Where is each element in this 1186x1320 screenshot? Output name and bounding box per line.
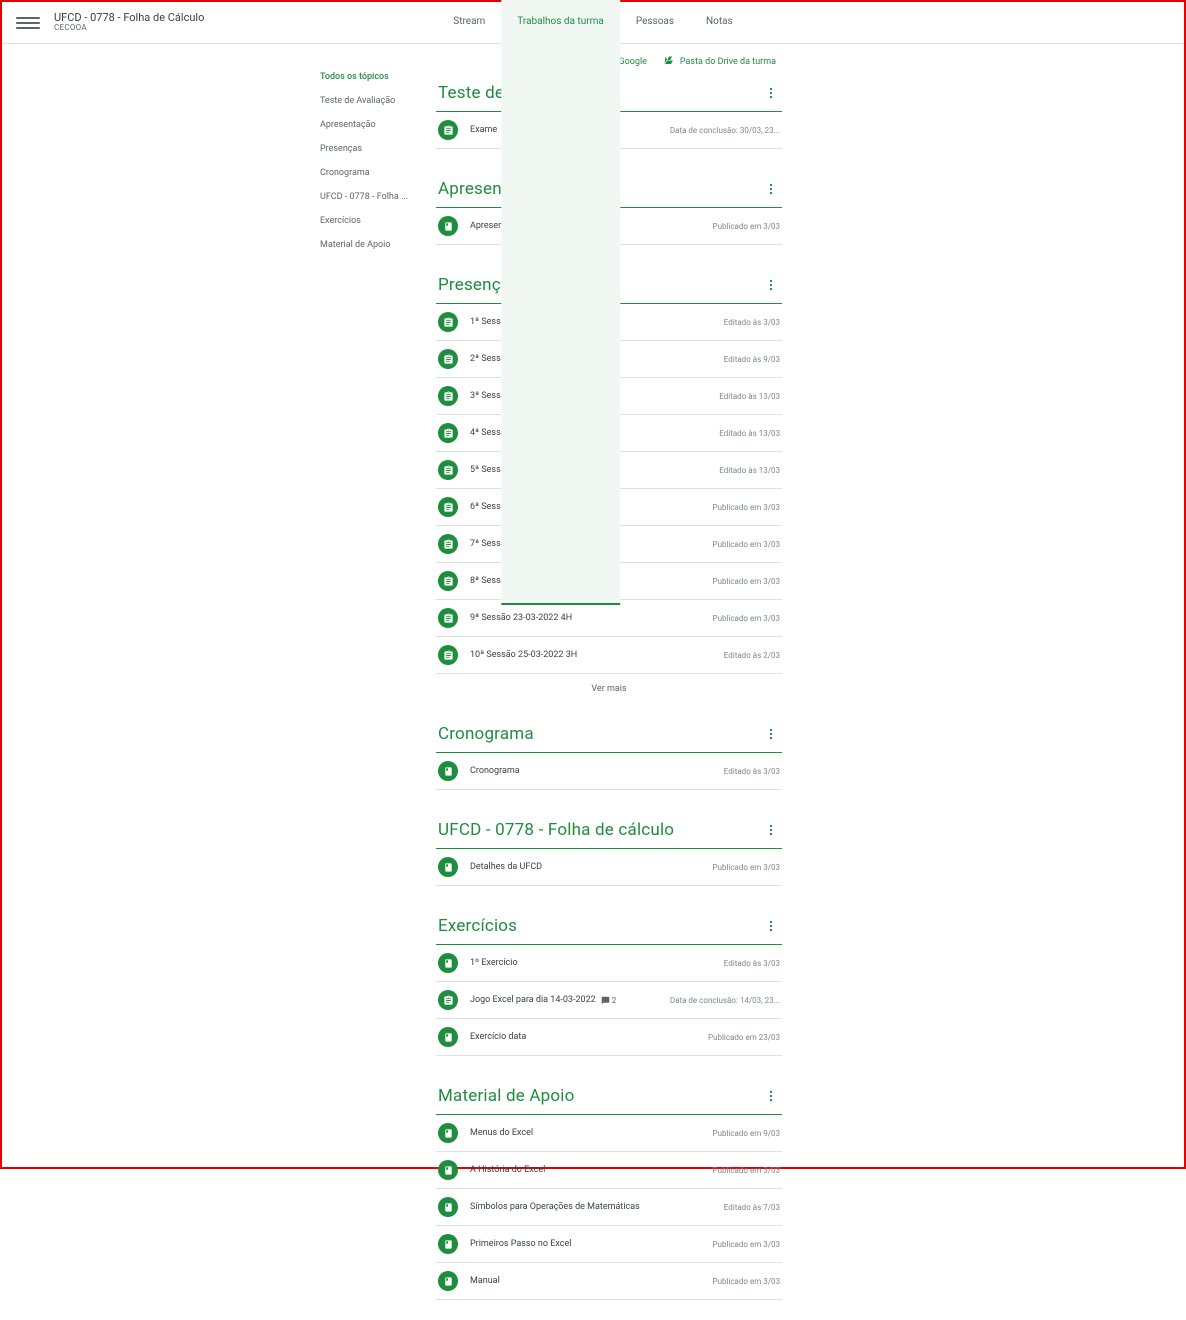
header: UFCD - 0778 - Folha de Cálculo CECOOA St… bbox=[2, 2, 1184, 44]
section-more-button[interactable] bbox=[762, 180, 780, 198]
assignment-icon bbox=[438, 608, 458, 628]
material-icon bbox=[438, 857, 458, 877]
classwork-row[interactable]: Primeiros Passo no ExcelPublicado em 3/0… bbox=[436, 1226, 782, 1263]
row-meta: Publicado em 23/03 bbox=[708, 1033, 780, 1042]
topics-sidebar: Todos os tópicos Teste de Avaliação Aprese… bbox=[320, 72, 430, 250]
material-icon bbox=[438, 1234, 458, 1254]
sidebar-item[interactable]: Exercícios bbox=[320, 216, 420, 226]
row-title: A História do Excel bbox=[470, 1165, 713, 1175]
row-title: 10ª Sessão 25-03-2022 3H bbox=[470, 650, 724, 660]
section-header[interactable]: Cronograma bbox=[436, 720, 782, 753]
section-material: Material de ApoioMenus do ExcelPublicado… bbox=[436, 1082, 782, 1300]
row-title: 9ª Sessão 23-03-2022 4H bbox=[470, 613, 713, 623]
section-header[interactable]: Exercícios bbox=[436, 912, 782, 945]
comment-count: 2 bbox=[601, 996, 617, 1005]
classwork-row[interactable]: Menus do ExcelPublicado em 9/03 bbox=[436, 1115, 782, 1152]
tab-grades[interactable]: Notas bbox=[690, 0, 749, 605]
section-more-button[interactable] bbox=[762, 276, 780, 294]
assignment-icon bbox=[438, 645, 458, 665]
sidebar-item[interactable]: Todos os tópicos bbox=[320, 72, 420, 82]
section-header[interactable]: Material de Apoio bbox=[436, 1082, 782, 1115]
section-more-button[interactable] bbox=[762, 821, 780, 839]
section-header[interactable]: UFCD - 0778 - Folha de cálculo bbox=[436, 816, 782, 849]
classwork-row[interactable]: 10ª Sessão 25-03-2022 3HEditado às 2/03 bbox=[436, 637, 782, 674]
row-meta: Publicado em 3/03 bbox=[713, 1166, 780, 1175]
sidebar-item[interactable]: Cronograma bbox=[320, 168, 420, 178]
row-title: Cronograma bbox=[470, 766, 724, 776]
row-title: Menus do Excel bbox=[470, 1128, 713, 1138]
row-meta: Publicado em 9/03 bbox=[713, 1129, 780, 1138]
nav-tabs: Stream Trabalhos da turma Pessoas Notas bbox=[437, 0, 748, 605]
row-title: Jogo Excel para dia 14-03-20222 bbox=[470, 995, 670, 1005]
classwork-row[interactable]: 1º ExercícioEditado às 3/03 bbox=[436, 945, 782, 982]
sidebar-item[interactable]: Material de Apoio bbox=[320, 240, 420, 250]
row-meta: Publicado em 3/03 bbox=[713, 614, 780, 623]
row-meta: Publicado em 3/03 bbox=[713, 1277, 780, 1286]
section-title: Exercícios bbox=[438, 916, 517, 936]
show-more-button[interactable]: Ver mais bbox=[436, 674, 782, 694]
row-title: Detalhes da UFCD bbox=[470, 862, 713, 872]
row-title: Exercício data bbox=[470, 1032, 708, 1042]
class-subtitle: CECOOA bbox=[54, 24, 204, 33]
row-title: Símbolos para Operações de Matemáticas bbox=[470, 1202, 724, 1212]
section-more-button[interactable] bbox=[762, 1087, 780, 1105]
sidebar-item[interactable]: Presenças bbox=[320, 144, 420, 154]
classwork-row[interactable]: Jogo Excel para dia 14-03-20222Data de c… bbox=[436, 982, 782, 1019]
section-exercicios: Exercícios1º ExercícioEditado às 3/03Jog… bbox=[436, 912, 782, 1056]
row-meta: Editado às 7/03 bbox=[724, 1203, 780, 1212]
material-icon bbox=[438, 1160, 458, 1180]
classwork-row[interactable]: ManualPublicado em 3/03 bbox=[436, 1263, 782, 1300]
row-title: Primeiros Passo no Excel bbox=[470, 1239, 713, 1249]
row-title: 1º Exercício bbox=[470, 958, 724, 968]
material-icon bbox=[438, 1271, 458, 1291]
classwork-row[interactable]: A História do ExcelPublicado em 3/03 bbox=[436, 1152, 782, 1189]
material-icon bbox=[438, 953, 458, 973]
sidebar-item[interactable]: UFCD - 0778 - Folha ... bbox=[320, 192, 420, 202]
tab-people[interactable]: Pessoas bbox=[620, 0, 690, 605]
section-title: Cronograma bbox=[438, 724, 534, 744]
sidebar-item[interactable]: Teste de Avaliação bbox=[320, 96, 420, 106]
assignment-icon bbox=[438, 990, 458, 1010]
section-ufcd: UFCD - 0778 - Folha de cálculo Detalhes d… bbox=[436, 816, 782, 886]
class-title-wrap[interactable]: UFCD - 0778 - Folha de Cálculo CECOOA bbox=[54, 12, 204, 33]
material-icon bbox=[438, 761, 458, 781]
section-title: UFCD - 0778 - Folha de cálculo bbox=[438, 820, 674, 840]
material-icon bbox=[438, 1123, 458, 1143]
section-title: Material de Apoio bbox=[438, 1086, 575, 1106]
section-cronograma: CronogramaCronogramaEditado às 3/03 bbox=[436, 720, 782, 790]
section-more-button[interactable] bbox=[762, 725, 780, 743]
menu-button[interactable] bbox=[16, 11, 40, 35]
row-title: Manual bbox=[470, 1276, 713, 1286]
tab-stream[interactable]: Stream bbox=[437, 0, 501, 605]
tab-classwork[interactable]: Trabalhos da turma bbox=[501, 0, 620, 605]
classwork-row[interactable]: CronogramaEditado às 3/03 bbox=[436, 753, 782, 790]
material-icon bbox=[438, 1197, 458, 1217]
section-more-button[interactable] bbox=[762, 84, 780, 102]
material-icon bbox=[438, 1027, 458, 1047]
classwork-row[interactable]: Detalhes da UFCDPublicado em 3/03 bbox=[436, 849, 782, 886]
row-meta: Editado às 3/03 bbox=[724, 767, 780, 776]
row-meta: Publicado em 3/03 bbox=[713, 863, 780, 872]
section-more-button[interactable] bbox=[762, 917, 780, 935]
classwork-row[interactable]: 9ª Sessão 23-03-2022 4HPublicado em 3/03 bbox=[436, 600, 782, 637]
row-meta: Editado às 2/03 bbox=[724, 651, 780, 660]
sidebar-item[interactable]: Apresentação bbox=[320, 120, 420, 130]
classwork-row[interactable]: Exercício dataPublicado em 23/03 bbox=[436, 1019, 782, 1056]
classwork-row[interactable]: Símbolos para Operações de MatemáticasEd… bbox=[436, 1189, 782, 1226]
row-meta: Publicado em 3/03 bbox=[713, 1240, 780, 1249]
row-meta: Editado às 3/03 bbox=[724, 959, 780, 968]
row-meta: Data de conclusão: 14/03, 23... bbox=[670, 996, 780, 1005]
